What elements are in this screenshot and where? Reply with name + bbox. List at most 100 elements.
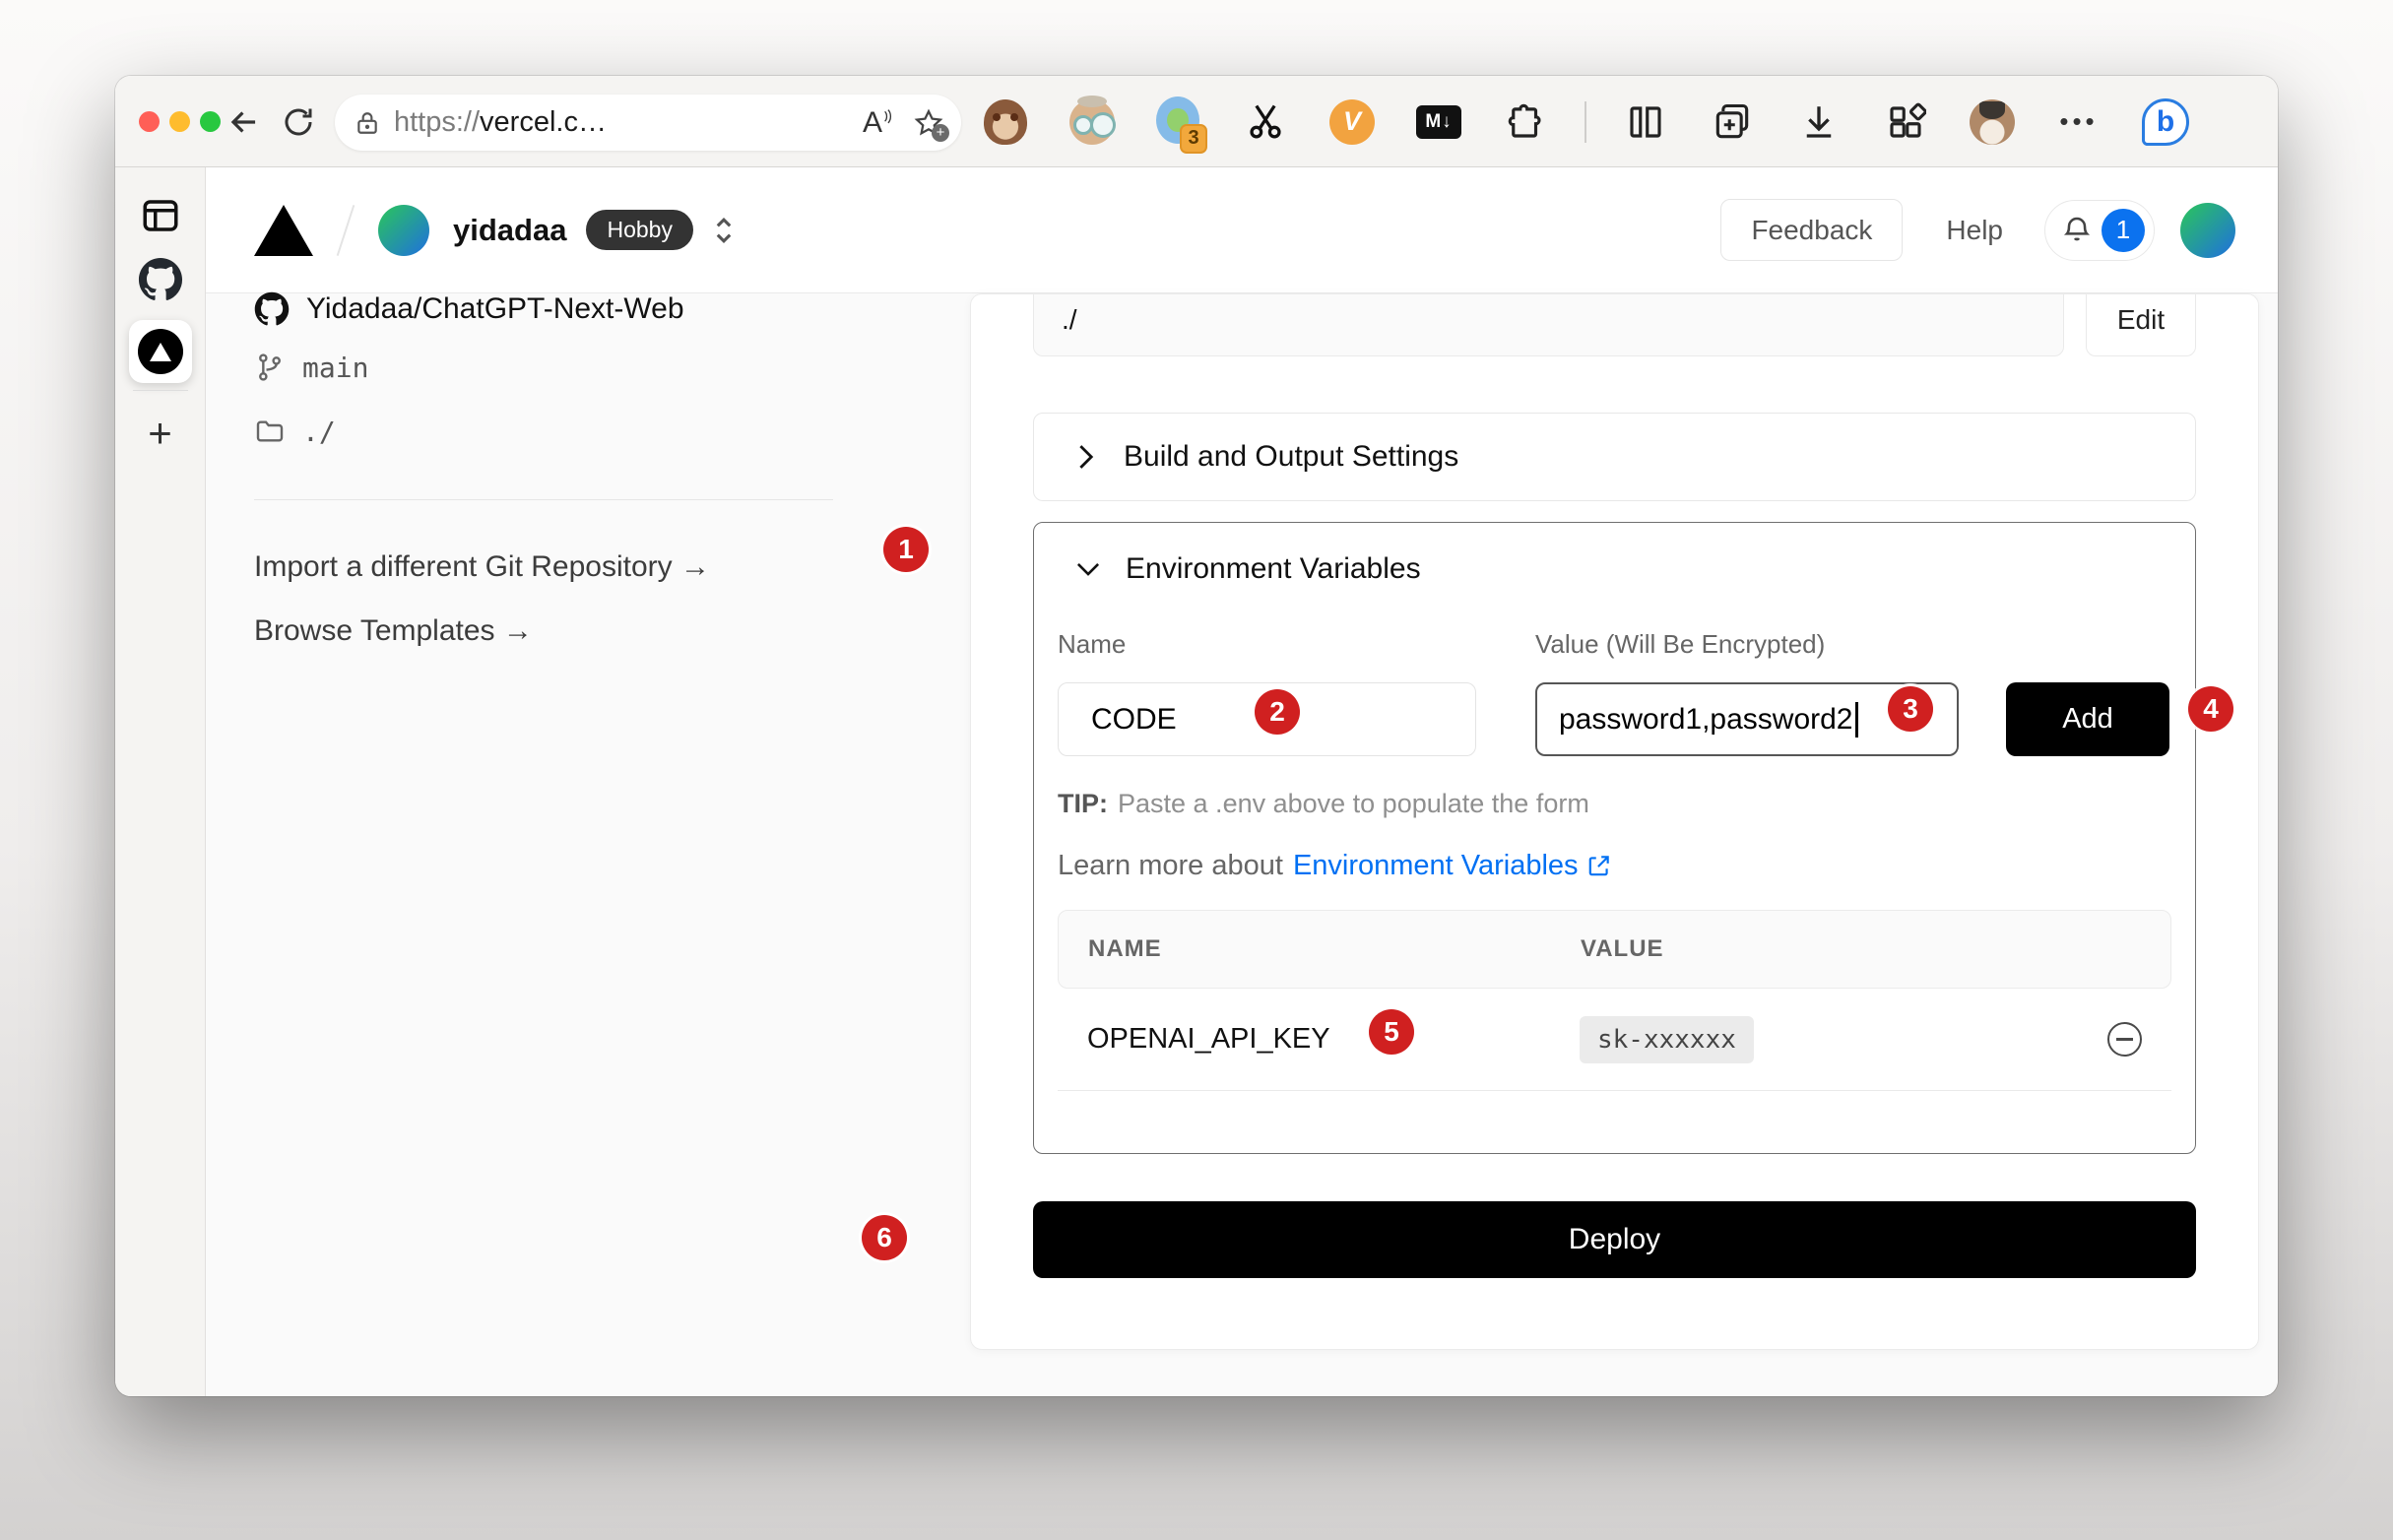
env-docs-link[interactable]: Environment Variables	[1293, 850, 1612, 882]
read-aloud-button[interactable]: A	[863, 108, 896, 138]
root-path-input[interactable]: ./	[1033, 293, 2064, 356]
close-window-button[interactable]	[139, 111, 160, 132]
root-dir: ./	[302, 416, 336, 448]
url-domain: vercel.c…	[480, 106, 607, 138]
edit-root-button[interactable]: Edit	[2086, 293, 2196, 356]
proxy-globe-icon: 3	[1156, 96, 1201, 148]
branch-name: main	[302, 352, 368, 384]
annotation-badge-2: 2	[1255, 689, 1300, 735]
tampermonkey-extension-icon[interactable]	[978, 95, 1033, 150]
annotation-badge-3: 3	[1888, 686, 1933, 732]
add-favorite-button[interactable]: +	[914, 108, 943, 138]
breadcrumb-slash	[337, 205, 356, 256]
sound-waves-icon	[882, 108, 896, 130]
sidebar-vercel-button-active[interactable]	[129, 320, 192, 383]
chevron-down-icon	[1075, 559, 1101, 579]
split-screen-icon	[1625, 101, 1666, 143]
annotation-badge-6: 6	[862, 1215, 907, 1260]
minimize-window-button[interactable]	[169, 111, 190, 132]
reload-button[interactable]	[271, 76, 326, 167]
deploy-button[interactable]: Deploy	[1033, 1201, 2196, 1278]
external-link-icon	[1586, 853, 1612, 878]
env-field-labels: Name Value (Will Be Encrypted)	[1058, 629, 2171, 661]
annotation-badge-5: 5	[1369, 1009, 1414, 1055]
proxy-extension-icon[interactable]: 3	[1151, 95, 1206, 150]
env-section-header[interactable]: Environment Variables	[1058, 550, 2171, 588]
env-table-value-header: VALUE	[1581, 935, 1664, 963]
build-output-settings-section[interactable]: Build and Output Settings	[1033, 413, 2196, 501]
back-button[interactable]	[217, 76, 272, 167]
feedback-button[interactable]: Feedback	[1720, 199, 1903, 261]
url-text: https://vercel.c…	[394, 106, 863, 139]
add-label: Add	[2062, 703, 2113, 736]
vc-icon: V	[1329, 99, 1375, 145]
import-different-repo-link[interactable]: Import a different Git Repository →	[254, 548, 710, 586]
sidebar-github-button[interactable]	[138, 257, 183, 302]
address-bar[interactable]: https://vercel.c… A +	[335, 95, 961, 151]
bell-icon	[2061, 214, 2093, 247]
branch-row: main	[254, 350, 368, 385]
url-scheme: https://	[394, 106, 480, 138]
environment-variables-section: Environment Variables Name Value (Will B…	[1033, 522, 2196, 1154]
monkey-icon	[984, 99, 1027, 145]
chevron-right-icon	[1073, 443, 1097, 471]
deploy-label: Deploy	[1569, 1223, 1660, 1256]
collections-button[interactable]	[1705, 95, 1760, 150]
browser-window-icon	[140, 195, 181, 236]
scissors-icon	[1244, 100, 1287, 144]
clipper-extension-icon[interactable]	[1238, 95, 1293, 150]
settings-more-button[interactable]: •••	[2051, 95, 2106, 150]
value-label: Value (Will Be Encrypted)	[1535, 629, 2171, 661]
puzzle-icon	[1505, 101, 1546, 143]
markdown-extension-icon[interactable]: M↓	[1411, 95, 1466, 150]
vercel-logo-icon[interactable]	[254, 205, 313, 256]
browse-templates-link[interactable]: Browse Templates →	[254, 612, 533, 650]
team-avatar	[378, 205, 429, 256]
apps-grid-icon	[1885, 101, 1926, 143]
github-icon	[138, 257, 183, 302]
github-repo-icon	[254, 291, 290, 327]
env-row-name: OPENAI_API_KEY	[1087, 1023, 1580, 1056]
team-name: yidadaa	[453, 213, 566, 248]
tip-text: Paste a .env above to populate the form	[1118, 789, 1589, 819]
notifications-button[interactable]: 1	[2044, 200, 2155, 261]
profile-avatar	[1970, 99, 2015, 145]
extensions-menu-button[interactable]	[1498, 95, 1553, 150]
apps-launcher-button[interactable]	[1878, 95, 1933, 150]
lock-icon	[355, 108, 380, 138]
reader-extension-icon[interactable]	[1065, 95, 1120, 150]
plan-badge: Hobby	[586, 210, 692, 250]
profile-button[interactable]	[1965, 95, 2020, 150]
team-switcher-button[interactable]	[711, 214, 737, 247]
add-env-button[interactable]: Add	[2006, 682, 2169, 756]
annotation-badge-1: 1	[883, 527, 929, 572]
user-avatar[interactable]	[2180, 203, 2235, 258]
folder-icon	[254, 416, 286, 447]
bing-chat-button[interactable]: b	[2138, 95, 2193, 150]
feedback-label: Feedback	[1751, 215, 1872, 246]
collections-add-icon	[1711, 100, 1754, 144]
sidebar-add-button[interactable]: +	[148, 410, 172, 457]
env-tip: TIP: Paste a .env above to populate the …	[1058, 786, 2171, 821]
downloads-button[interactable]	[1791, 95, 1846, 150]
annotation-badge-4: 4	[2188, 686, 2233, 732]
help-link[interactable]: Help	[1946, 215, 2003, 246]
env-value-value: password1,password2	[1559, 703, 1853, 737]
split-screen-button[interactable]	[1618, 95, 1673, 150]
extension-strip: 3 V M↓ •••	[978, 76, 2193, 167]
vc-extension-icon[interactable]: V	[1325, 95, 1380, 150]
remove-env-button[interactable]	[2107, 1022, 2142, 1057]
env-name-value: CODE	[1091, 703, 1177, 737]
person-glasses-icon	[1069, 99, 1115, 145]
env-form-row: CODE password1,password2 Add	[1058, 682, 2171, 756]
selected-repo-row: Yidadaa/ChatGPT-Next-Web	[254, 291, 684, 327]
root-directory-row: ./	[254, 414, 336, 449]
back-arrow-icon	[226, 103, 263, 141]
chevron-updown-icon	[711, 214, 737, 247]
sidebar-tabs-button[interactable]	[140, 195, 181, 236]
vercel-app-icon	[138, 329, 183, 374]
build-output-settings-title: Build and Output Settings	[1124, 440, 1458, 474]
env-table-name-header: NAME	[1088, 935, 1581, 963]
env-table-row: OPENAI_API_KEY sk-xxxxxx	[1058, 989, 2171, 1091]
root-path-row: ./ Edit	[1033, 293, 2196, 356]
